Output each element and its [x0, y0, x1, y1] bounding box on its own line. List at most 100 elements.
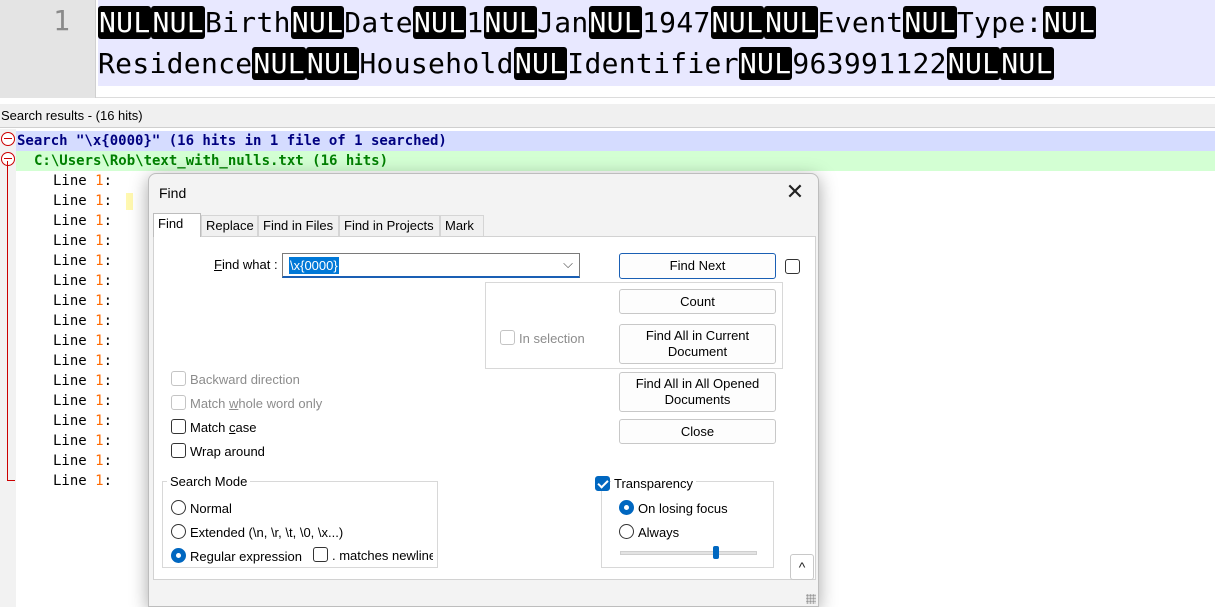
- match-case-checkbox[interactable]: [171, 419, 186, 434]
- text-token: Jan: [537, 6, 588, 39]
- hit-line-number: 1: [95, 173, 103, 189]
- hit-prefix: Line: [53, 453, 95, 469]
- tab-find[interactable]: Find: [153, 213, 201, 237]
- search-hit-row[interactable]: Line 1:: [53, 411, 112, 431]
- hit-line-number: 1: [95, 273, 103, 289]
- search-hit-row[interactable]: Line 1:: [53, 351, 112, 371]
- hit-prefix: Line: [53, 473, 95, 489]
- close-icon[interactable]: ✕: [784, 182, 806, 204]
- fold-line: [7, 161, 8, 481]
- search-hit-row[interactable]: Line 1:: [53, 231, 112, 251]
- search-hit-row[interactable]: Line 1:: [53, 191, 112, 211]
- resize-grip-icon[interactable]: [806, 594, 816, 604]
- find-what-label: Find what :: [214, 257, 278, 272]
- search-hit-row[interactable]: Line 1:: [53, 431, 112, 451]
- current-line-highlight[interactable]: NULNULBirthNULDateNUL1NULJanNUL1947NULNU…: [98, 0, 1215, 86]
- always-label: Always: [638, 525, 679, 540]
- on-losing-focus-radio[interactable]: [619, 500, 634, 515]
- code-line-1-wrapped[interactable]: ResidenceNULNULHouseholdNULIdentifierNUL…: [98, 44, 1054, 84]
- transparency-slider-track[interactable]: [620, 551, 757, 555]
- search-header[interactable]: Search "\x{0000}" (16 hits in 1 file of …: [16, 131, 1215, 151]
- match-whole-word-checkbox[interactable]: [171, 395, 186, 410]
- in-selection-checkbox[interactable]: [500, 330, 515, 345]
- always-radio[interactable]: [619, 524, 634, 539]
- nul-token: NUL: [1043, 6, 1096, 39]
- search-hit-row[interactable]: Line 1:: [53, 271, 112, 291]
- chevron-down-icon[interactable]: ⌵: [563, 256, 573, 272]
- nul-token: NUL: [98, 6, 151, 39]
- hit-prefix: Line: [53, 233, 95, 249]
- regular-expression-label: Regular expression: [190, 549, 302, 564]
- hit-line-number: 1: [95, 293, 103, 309]
- hit-line-number: 1: [95, 453, 103, 469]
- extended-radio[interactable]: [171, 524, 186, 539]
- hit-suffix: :: [104, 193, 112, 209]
- hit-line-number: 1: [95, 433, 103, 449]
- transparency-checkbox[interactable]: [595, 476, 610, 491]
- normal-radio[interactable]: [171, 500, 186, 515]
- hit-prefix: Line: [53, 333, 95, 349]
- search-hit-row[interactable]: Line 1:: [53, 171, 112, 191]
- hit-line-number: 1: [95, 333, 103, 349]
- collapse-button[interactable]: ^: [790, 554, 814, 580]
- hit-suffix: :: [104, 173, 112, 189]
- find-dialog: Find ✕ Find Replace Find in Files Find i…: [148, 173, 819, 607]
- find-next-button[interactable]: Find Next: [619, 253, 776, 279]
- tab-find-in-files[interactable]: Find in Files: [258, 215, 339, 237]
- line-number-gutter: 1: [0, 0, 96, 98]
- hit-suffix: :: [104, 293, 112, 309]
- fold-toggle-icon[interactable]: [1, 152, 15, 166]
- hit-suffix: :: [104, 433, 112, 449]
- search-hit-row[interactable]: Line 1:: [53, 311, 112, 331]
- transparency-slider-thumb[interactable]: [713, 546, 719, 559]
- regular-expression-radio[interactable]: [171, 548, 186, 563]
- tab-mark[interactable]: Mark: [440, 215, 484, 237]
- hit-line-number: 1: [95, 413, 103, 429]
- count-button[interactable]: Count: [619, 289, 776, 314]
- search-hit-row[interactable]: Line 1:: [53, 331, 112, 351]
- hit-suffix: :: [104, 313, 112, 329]
- hit-line-number: 1: [95, 253, 103, 269]
- find-what-value[interactable]: \x{0000}: [289, 257, 339, 274]
- hit-suffix: :: [104, 233, 112, 249]
- text-token: 1: [466, 6, 483, 39]
- dialog-titlebar[interactable]: Find ✕: [149, 174, 818, 212]
- find-all-in-current-document-button[interactable]: Find All in Current Document: [619, 324, 776, 364]
- find-what-input[interactable]: \x{0000} ⌵: [282, 253, 580, 278]
- tab-replace[interactable]: Replace: [201, 215, 258, 237]
- nul-token: NUL: [291, 6, 344, 39]
- search-hit-row[interactable]: Line 1:: [53, 451, 112, 471]
- backward-direction-checkbox[interactable]: [171, 371, 186, 386]
- hit-line-number: 1: [95, 313, 103, 329]
- nul-token: NUL: [306, 47, 359, 80]
- file-header[interactable]: C:\Users\Rob\text_with_nulls.txt (16 hit…: [16, 151, 1215, 171]
- nul-token: NUL: [484, 6, 537, 39]
- nul-token: NUL: [1000, 47, 1053, 80]
- find-all-in-all-opened-documents-button[interactable]: Find All in All Opened Documents: [619, 372, 776, 412]
- hit-suffix: :: [104, 393, 112, 409]
- wrap-around-checkbox[interactable]: [171, 443, 186, 458]
- dot-matches-newline-checkbox[interactable]: [313, 547, 328, 562]
- search-hit-row[interactable]: Line 1:: [53, 371, 112, 391]
- editor-pane[interactable]: 1 NULNULBirthNULDateNUL1NULJanNUL1947NUL…: [0, 0, 1215, 98]
- fold-toggle-icon[interactable]: [1, 132, 15, 146]
- tab-find-in-projects[interactable]: Find in Projects: [339, 215, 440, 237]
- nul-token: NUL: [514, 47, 567, 80]
- text-token: Event: [818, 6, 904, 39]
- hit-prefix: Line: [53, 413, 95, 429]
- search-hit-row[interactable]: Line 1:: [53, 391, 112, 411]
- fold-end: [7, 480, 15, 481]
- search-hit-row[interactable]: Line 1:: [53, 251, 112, 271]
- find-next-option-checkbox[interactable]: [785, 259, 800, 274]
- hit-prefix: Line: [53, 293, 95, 309]
- close-button[interactable]: Close: [619, 419, 776, 444]
- code-line-1[interactable]: NULNULBirthNULDateNUL1NULJanNUL1947NULNU…: [98, 3, 1096, 43]
- search-hit-row[interactable]: Line 1:: [53, 211, 112, 231]
- nul-token: NUL: [739, 47, 792, 80]
- search-hit-row[interactable]: Line 1:: [53, 471, 112, 491]
- search-hit-row[interactable]: Line 1:: [53, 291, 112, 311]
- search-mode-legend: Search Mode: [167, 474, 250, 489]
- caret-highlight: [126, 193, 133, 210]
- nul-token: NUL: [947, 47, 1000, 80]
- hit-line-number: 1: [95, 213, 103, 229]
